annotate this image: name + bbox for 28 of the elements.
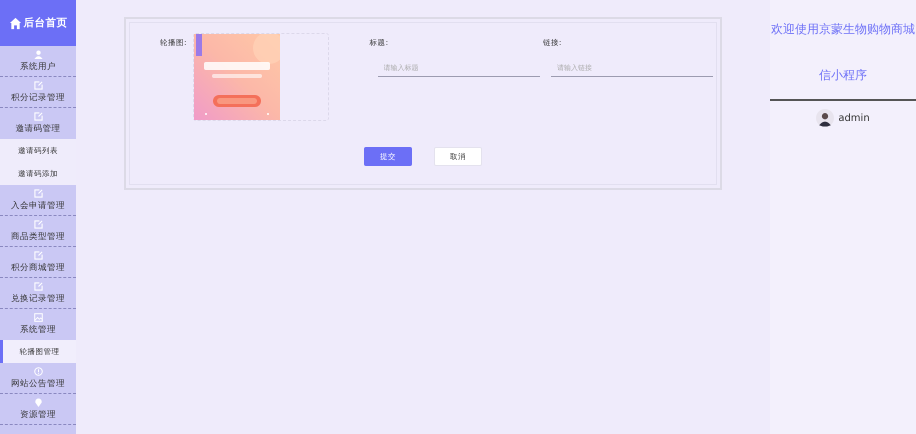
sidebar-title: 后台首页 <box>24 16 68 30</box>
sidebar-header[interactable]: 后台首页 <box>0 0 76 46</box>
welcome-title: 欢迎使用京蒙生物购物商城 <box>770 21 915 38</box>
welcome-title: 信小程序 <box>770 67 916 101</box>
edit-icon <box>34 282 42 290</box>
edit-icon <box>34 250 42 260</box>
username: admin <box>838 112 870 124</box>
edit-icon <box>34 188 42 198</box>
menu-item[interactable]: 资源管理 <box>0 394 76 425</box>
edit-icon <box>34 220 42 228</box>
info-icon <box>34 366 42 376</box>
menu-item[interactable]: 积分商城管理 <box>0 247 76 278</box>
menu-item[interactable]: 系统管理 <box>0 309 76 340</box>
avatar-icon <box>816 109 834 127</box>
location-pin-icon <box>34 398 42 406</box>
edit-icon <box>34 80 42 90</box>
user-icon <box>34 50 42 58</box>
menu-item[interactable]: 网站公告管理 <box>0 363 76 394</box>
menu-item[interactable]: 商品类型管理 <box>0 216 76 247</box>
menu-item[interactable]: 入会申请管理 <box>0 185 76 216</box>
menu-item[interactable]: 积分记录管理 <box>0 77 76 108</box>
image-icon <box>34 313 42 322</box>
menu-item[interactable]: 邀请码管理 <box>0 108 76 139</box>
menu-item[interactable]: 系统用户 <box>0 46 76 77</box>
menu-item[interactable]: 兑换记录管理 <box>0 278 76 309</box>
edit-icon <box>34 112 42 121</box>
image-upload[interactable] <box>192 33 329 121</box>
home-icon <box>8 16 22 30</box>
